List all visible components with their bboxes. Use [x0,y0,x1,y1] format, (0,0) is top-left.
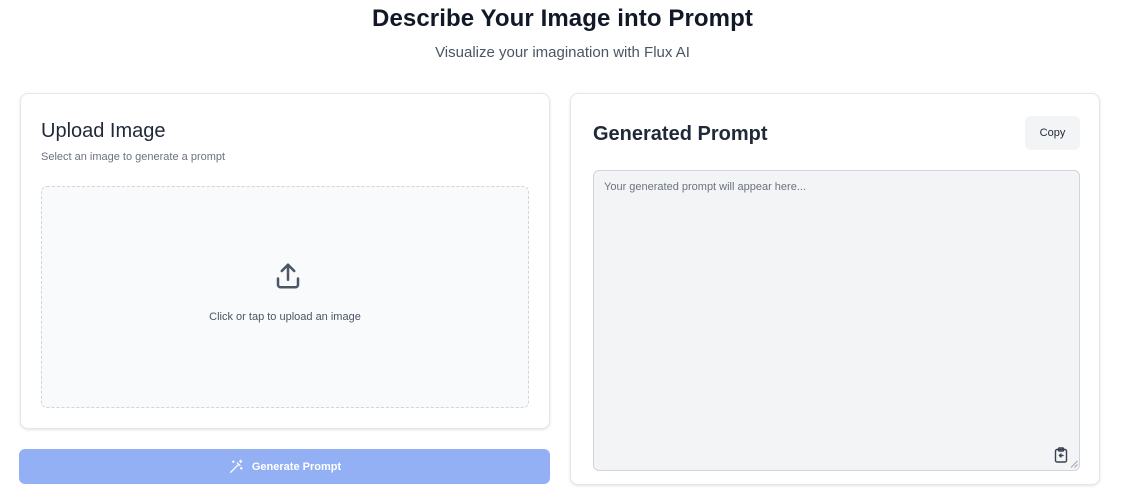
upload-card: Upload Image Select an image to generate… [20,93,550,429]
dropzone-text: Click or tap to upload an image [209,311,361,323]
page: Describe Your Image into Prompt Visualiz… [0,0,1125,497]
generate-prompt-label: Generate Prompt [251,460,342,473]
upload-dropzone[interactable]: Click or tap to upload an image [41,186,529,408]
prompt-title: Generated Prompt [593,123,768,145]
upload-description: Select an image to generate a prompt [41,151,226,163]
resize-grip-icon[interactable] [1070,460,1078,468]
page-subtitle: Visualize your imagination with Flux AI [435,44,690,61]
copy-button[interactable]: Copy [1025,116,1080,150]
clipboard-icon[interactable] [1054,447,1068,463]
upload-title: Upload Image [41,120,166,142]
prompt-card: Generated Prompt Copy [570,93,1100,485]
magic-wand-icon [229,459,243,473]
prompt-textarea[interactable] [593,170,1080,471]
page-title: Describe Your Image into Prompt [372,5,753,32]
generate-prompt-button[interactable]: Generate Prompt [19,449,550,484]
upload-icon [276,263,300,289]
